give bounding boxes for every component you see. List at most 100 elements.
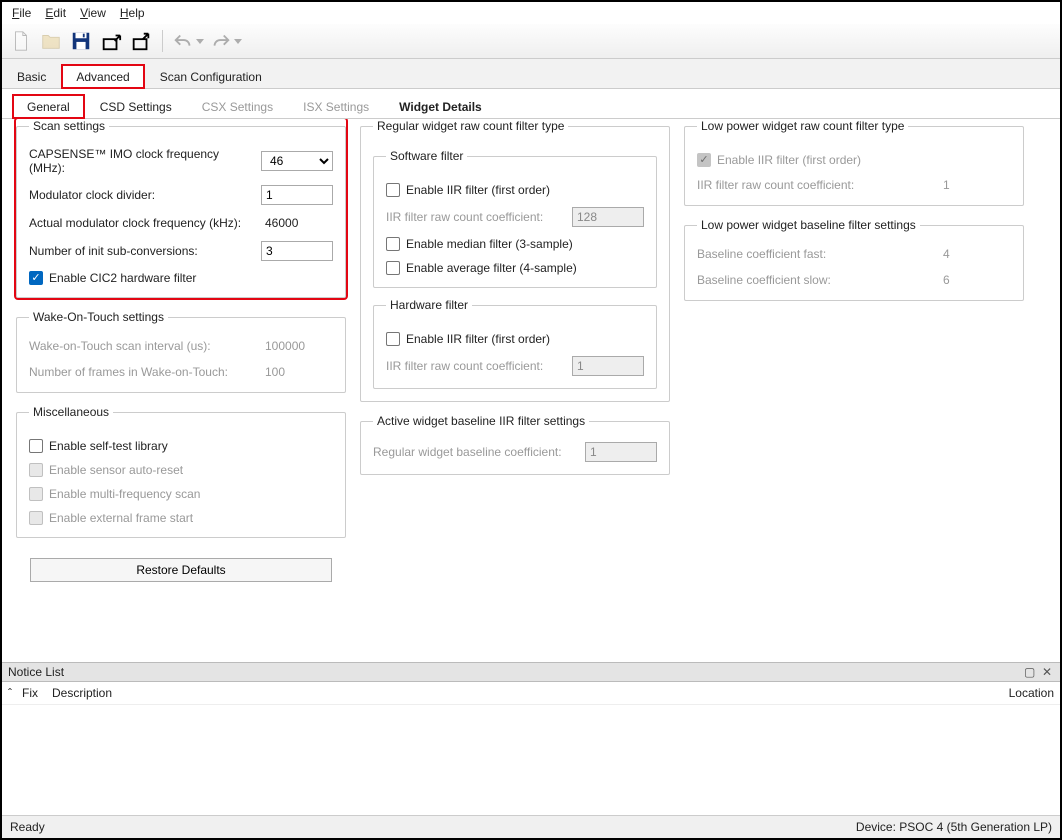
subtab-csx-settings: CSX Settings [187,94,288,119]
tab-scan-configuration[interactable]: Scan Configuration [145,64,277,89]
lp-iir-label: Enable IIR filter (first order) [717,153,861,167]
lp-base-fast-value: 4 [939,246,1011,262]
average-filter-checkbox[interactable] [386,261,400,275]
redo-button[interactable] [209,28,243,54]
miscellaneous-legend: Miscellaneous [29,405,113,419]
general-page: Scan settings CAPSENSE™ IMO clock freque… [2,119,1060,662]
lp-base-slow-label: Baseline coefficient slow: [697,273,931,287]
reg-baseline-coeff-input [585,442,657,462]
hw-iir-coeff-label: IIR filter raw count coefficient: [386,359,564,373]
status-device: Device: PSOC 4 (5th Generation LP) [856,820,1052,834]
median-filter-label: Enable median filter (3-sample) [406,237,573,251]
imo-clock-label: CAPSENSE™ IMO clock frequency (MHz): [29,147,253,175]
enable-cic2-label: Enable CIC2 hardware filter [49,271,196,285]
advanced-subtabs: General CSD Settings CSX Settings ISX Se… [2,89,1060,119]
enable-ext-frame-label: Enable external frame start [49,511,193,525]
notice-columns: ˆ Fix Description Location [2,682,1060,705]
import-button[interactable] [98,28,124,54]
notice-close-icon[interactable]: ✕ [1042,666,1054,678]
save-button[interactable] [68,28,94,54]
hw-iir-coeff-input [572,356,644,376]
notice-list-header: Notice List ▢ ✕ [2,662,1060,682]
hw-iir-label: Enable IIR filter (first order) [406,332,550,346]
subtab-general[interactable]: General [12,94,85,119]
enable-self-test-label: Enable self-test library [49,439,168,453]
wake-on-touch-group: Wake-On-Touch settings Wake-on-Touch sca… [16,310,346,393]
miscellaneous-group: Miscellaneous Enable self-test library E… [16,405,346,538]
enable-multi-freq-label: Enable multi-frequency scan [49,487,200,501]
menubar: File Edit View Help [2,2,1060,24]
hardware-filter-group: Hardware filter Enable IIR filter (first… [373,298,657,389]
menu-view[interactable]: View [74,4,112,22]
menu-file[interactable]: File [6,4,37,22]
lp-iir-checkbox [697,153,711,167]
enable-self-test-checkbox[interactable] [29,439,43,453]
init-subconv-label: Number of init sub-conversions: [29,244,253,258]
tab-advanced[interactable]: Advanced [61,64,144,89]
wot-interval-label: Wake-on-Touch scan interval (us): [29,339,253,353]
regular-raw-filter-legend: Regular widget raw count filter type [373,119,568,133]
actual-mod-freq-label: Actual modulator clock frequency (kHz): [29,216,253,230]
tab-basic[interactable]: Basic [2,64,61,89]
lp-base-slow-value: 6 [939,272,1011,288]
menu-edit[interactable]: Edit [39,4,72,22]
subtab-widget-details[interactable]: Widget Details [384,94,497,119]
undo-button[interactable] [171,28,205,54]
open-file-button[interactable] [38,28,64,54]
actual-mod-freq-value: 46000 [261,215,333,231]
wot-frames-label: Number of frames in Wake-on-Touch: [29,365,253,379]
lowpower-baseline-legend: Low power widget baseline filter setting… [697,218,920,232]
notice-col-location[interactable]: Location [974,686,1054,700]
active-baseline-group: Active widget baseline IIR filter settin… [360,414,670,475]
wot-interval-value: 100000 [261,338,333,354]
enable-cic2-checkbox[interactable] [29,271,43,285]
scan-settings-legend: Scan settings [29,119,109,133]
subtab-csd-settings[interactable]: CSD Settings [85,94,187,119]
menu-help[interactable]: Help [114,4,151,22]
statusbar: Ready Device: PSOC 4 (5th Generation LP) [2,815,1060,838]
notice-list-title: Notice List [8,665,64,679]
notice-list-body [2,705,1060,815]
init-subconv-input[interactable] [261,241,333,261]
notice-col-caret[interactable]: ˆ [8,686,22,700]
scan-settings-group: Scan settings CAPSENSE™ IMO clock freque… [16,119,346,298]
regular-raw-filter-group: Regular widget raw count filter type Sof… [360,119,670,402]
main-tabs: Basic Advanced Scan Configuration [2,59,1060,89]
median-filter-checkbox[interactable] [386,237,400,251]
new-file-button[interactable] [8,28,34,54]
wot-frames-value: 100 [261,364,333,380]
enable-ext-frame-checkbox [29,511,43,525]
hardware-filter-legend: Hardware filter [386,298,472,312]
wake-on-touch-legend: Wake-On-Touch settings [29,310,168,324]
enable-auto-reset-checkbox [29,463,43,477]
reg-baseline-coeff-label: Regular widget baseline coefficient: [373,445,577,459]
sw-iir-checkbox[interactable] [386,183,400,197]
subtab-isx-settings: ISX Settings [288,94,384,119]
sw-iir-coeff-input [572,207,644,227]
notice-popout-icon[interactable]: ▢ [1024,666,1036,678]
mod-divider-input[interactable] [261,185,333,205]
enable-auto-reset-label: Enable sensor auto-reset [49,463,183,477]
status-ready: Ready [10,820,45,834]
notice-col-description[interactable]: Description [52,686,974,700]
lp-iir-coeff-value: 1 [939,177,1011,193]
average-filter-label: Enable average filter (4-sample) [406,261,577,275]
software-filter-legend: Software filter [386,149,467,163]
imo-clock-select[interactable]: 46 [261,151,333,171]
lowpower-baseline-group: Low power widget baseline filter setting… [684,218,1024,301]
sw-iir-label: Enable IIR filter (first order) [406,183,550,197]
software-filter-group: Software filter Enable IIR filter (first… [373,149,657,288]
lp-iir-coeff-label: IIR filter raw count coefficient: [697,178,931,192]
lowpower-raw-filter-legend: Low power widget raw count filter type [697,119,908,133]
mod-divider-label: Modulator clock divider: [29,188,253,202]
active-baseline-legend: Active widget baseline IIR filter settin… [373,414,589,428]
sw-iir-coeff-label: IIR filter raw count coefficient: [386,210,564,224]
enable-multi-freq-checkbox [29,487,43,501]
export-button[interactable] [128,28,154,54]
lowpower-raw-filter-group: Low power widget raw count filter type E… [684,119,1024,206]
restore-defaults-button[interactable]: Restore Defaults [30,558,332,582]
hw-iir-checkbox[interactable] [386,332,400,346]
notice-col-fix[interactable]: Fix [22,686,52,700]
lp-base-fast-label: Baseline coefficient fast: [697,247,931,261]
toolbar [2,24,1060,59]
